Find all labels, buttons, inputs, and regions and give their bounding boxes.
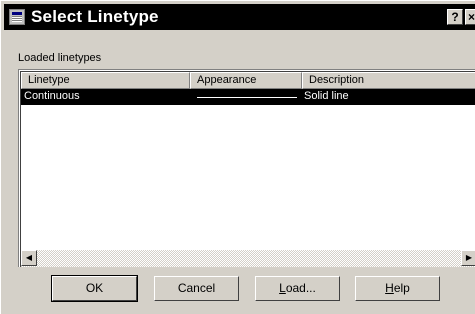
- help-icon[interactable]: ?: [447, 9, 463, 25]
- help-label: elp: [393, 281, 410, 295]
- load-label: oad...: [285, 281, 316, 295]
- table-row[interactable]: Continuous Solid line: [21, 89, 475, 105]
- select-linetype-dialog: Select Linetype ? × Loaded linetypes Lin…: [0, 0, 475, 314]
- column-header-appearance[interactable]: Appearance: [190, 72, 302, 89]
- load-accel-key: L: [279, 281, 286, 295]
- title-bar[interactable]: Select Linetype ? ×: [4, 4, 475, 30]
- linetype-list[interactable]: Linetype Appearance Description Continuo…: [18, 69, 475, 267]
- description-cell: Solid line: [304, 90, 349, 102]
- help-button[interactable]: Help: [355, 276, 440, 301]
- column-header-linetype[interactable]: Linetype: [21, 72, 190, 89]
- column-header-description[interactable]: Description: [302, 72, 475, 89]
- linetype-name-cell: Continuous: [24, 90, 80, 102]
- close-icon[interactable]: ×: [465, 9, 475, 25]
- scroll-left-icon[interactable]: ◀: [21, 250, 37, 266]
- app-icon: [9, 9, 25, 25]
- dialog-title: Select Linetype: [31, 7, 159, 26]
- load-button[interactable]: Load...: [255, 276, 340, 301]
- loaded-linetypes-label: Loaded linetypes: [18, 52, 102, 64]
- help-accel-key: H: [385, 281, 394, 295]
- ok-button[interactable]: OK: [51, 275, 138, 302]
- cancel-button[interactable]: Cancel: [154, 276, 239, 301]
- appearance-preview: [197, 97, 297, 98]
- horizontal-scrollbar[interactable]: ◀ ▶: [21, 250, 475, 267]
- scroll-right-icon[interactable]: ▶: [461, 250, 475, 266]
